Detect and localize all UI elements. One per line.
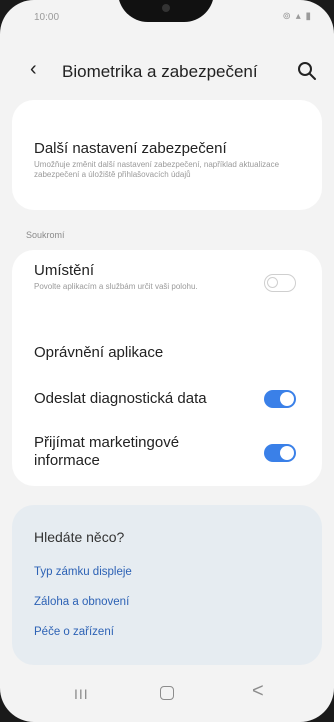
location-item[interactable]: Umístění Povolte aplikacím a službám urč… xyxy=(34,262,300,292)
diagnostics-item[interactable]: Odeslat diagnostická data xyxy=(34,390,300,408)
page-title: Biometrika a zabezpečení xyxy=(62,62,258,81)
item-description: Umožňuje změnit další nastavení zabezpeč… xyxy=(34,160,280,179)
looking-for-something-card: Hledáte něco? Typ zámku displeje Záloha … xyxy=(12,505,322,665)
status-icons: ⊚ ▴ ▮ xyxy=(282,11,312,22)
other-security-settings-item[interactable]: Další nastavení zabezpečení Umožňuje změ… xyxy=(34,140,300,180)
status-bar: 10:00 ⊚ ▴ ▮ xyxy=(0,0,334,34)
item-title: Přijímat marketingové informace xyxy=(34,434,180,469)
search-icon[interactable] xyxy=(296,60,318,82)
item-title: Další nastavení zabezpečení xyxy=(34,140,227,157)
navigation-bar: III < xyxy=(0,680,334,722)
app-header: ‹ Biometrika a zabezpečení xyxy=(0,52,334,92)
toggle-knob xyxy=(280,392,294,406)
recents-button[interactable]: III xyxy=(74,686,89,702)
marketing-item[interactable]: Přijímat marketingové informace xyxy=(34,434,300,470)
link-screen-lock-type[interactable]: Typ zámku displeje xyxy=(34,566,132,578)
link-backup-restore[interactable]: Záloha a obnovení xyxy=(34,596,129,608)
back-arrow-icon[interactable]: ‹ xyxy=(30,58,37,81)
phone-screen: 10:00 ⊚ ▴ ▮ ‹ Biometrika a zabezpečení D… xyxy=(0,0,334,722)
item-description: Povolte aplikacím a službám určit vaši p… xyxy=(34,282,198,291)
location-toggle[interactable] xyxy=(264,274,296,292)
marketing-toggle[interactable] xyxy=(264,444,296,462)
front-camera-icon xyxy=(162,4,170,12)
privacy-card: Umístění Povolte aplikacím a službám urč… xyxy=(12,250,322,486)
item-title: Umístění xyxy=(34,262,95,279)
home-button[interactable] xyxy=(160,686,174,700)
back-button[interactable]: < xyxy=(252,680,264,703)
camera-notch xyxy=(118,0,214,22)
section-privacy-label: Soukromí xyxy=(26,230,65,240)
diagnostics-toggle[interactable] xyxy=(264,390,296,408)
item-title: Odeslat diagnostická data xyxy=(34,390,207,407)
status-time: 10:00 xyxy=(34,12,60,23)
toggle-knob xyxy=(280,446,294,460)
help-title: Hledáte něco? xyxy=(34,529,125,545)
toggle-knob xyxy=(267,277,278,288)
link-device-care[interactable]: Péče o zařízení xyxy=(34,626,114,638)
item-title: Oprávnění aplikace xyxy=(34,344,164,361)
app-permissions-item[interactable]: Oprávnění aplikace xyxy=(34,344,300,361)
security-settings-card: Další nastavení zabezpečení Umožňuje změ… xyxy=(12,100,322,210)
